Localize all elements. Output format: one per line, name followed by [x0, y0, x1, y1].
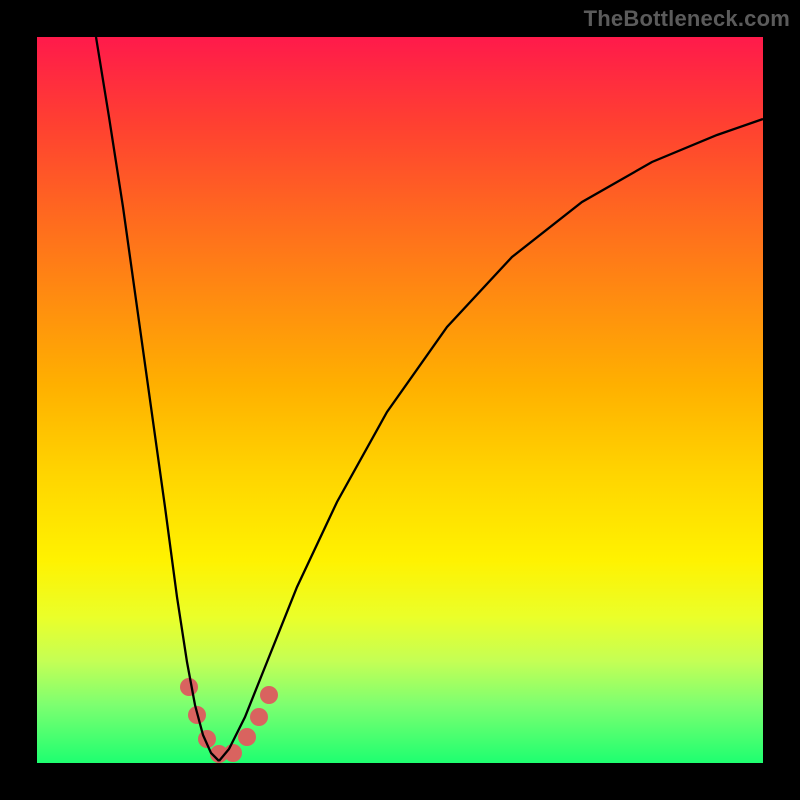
- valley-marker-dot: [238, 728, 256, 746]
- bottleneck-curve: [37, 37, 763, 763]
- chart-frame: TheBottleneck.com: [0, 0, 800, 800]
- valley-marker-dot: [260, 686, 278, 704]
- curve-right-branch: [219, 119, 763, 761]
- valley-marker-dot: [180, 678, 198, 696]
- curve-left-branch: [96, 37, 219, 761]
- watermark-text: TheBottleneck.com: [584, 6, 790, 32]
- valley-marker-dot: [250, 708, 268, 726]
- plot-area: [37, 37, 763, 763]
